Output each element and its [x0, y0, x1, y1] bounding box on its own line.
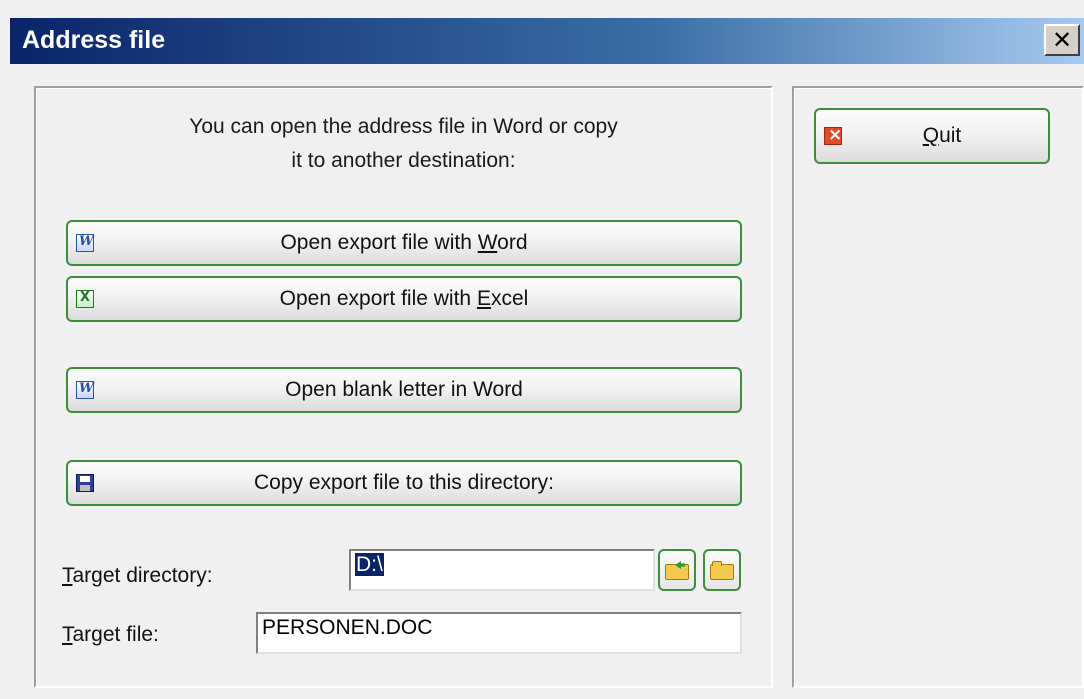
quit-icon — [824, 125, 842, 145]
open-blank-letter-label: Open blank letter in Word — [285, 378, 523, 401]
excel-icon — [76, 290, 94, 308]
intro-line-2: it to another destination: — [291, 149, 516, 172]
open-blank-letter-button[interactable]: Open blank letter in Word — [66, 367, 742, 413]
window-title: Address file — [22, 26, 166, 54]
open-export-excel-button[interactable]: Open export file with Excel — [66, 276, 742, 322]
target-file-input[interactable]: PERSONEN.DOC — [256, 612, 742, 654]
intro-text: You can open the address file in Word or… — [36, 110, 771, 178]
word-icon — [76, 234, 94, 252]
target-directory-input[interactable]: D:\ — [349, 549, 655, 591]
quit-label: Quit — [922, 124, 962, 147]
open-export-word-label: Open export file with Word — [280, 231, 528, 254]
open-export-excel-label: Open export file with Excel — [279, 287, 529, 310]
browse-directory-button[interactable] — [658, 549, 696, 591]
floppy-disk-icon — [76, 474, 94, 492]
select-folder-button[interactable] — [703, 549, 741, 591]
word-icon — [76, 381, 94, 399]
target-directory-value: D:\ — [355, 553, 384, 576]
target-file-label: Target file: — [62, 623, 159, 646]
quit-button[interactable]: Quit — [814, 108, 1050, 164]
folder-icon — [710, 561, 734, 580]
address-file-dialog: Address file ✕ You can open the address … — [0, 0, 1084, 699]
close-icon: ✕ — [1051, 26, 1073, 54]
side-panel — [792, 86, 1084, 688]
title-bar: Address file ✕ — [10, 18, 1084, 64]
target-file-value: PERSONEN.DOC — [262, 616, 433, 639]
open-export-word-button[interactable]: Open export file with Word — [66, 220, 742, 266]
folder-open-icon — [665, 561, 689, 580]
copy-export-file-button[interactable]: Copy export file to this directory: — [66, 460, 742, 506]
copy-export-file-label: Copy export file to this directory: — [254, 471, 554, 494]
intro-line-1: You can open the address file in Word or… — [189, 115, 618, 138]
close-button[interactable]: ✕ — [1044, 24, 1080, 56]
target-directory-label: Target directory: — [62, 564, 213, 587]
